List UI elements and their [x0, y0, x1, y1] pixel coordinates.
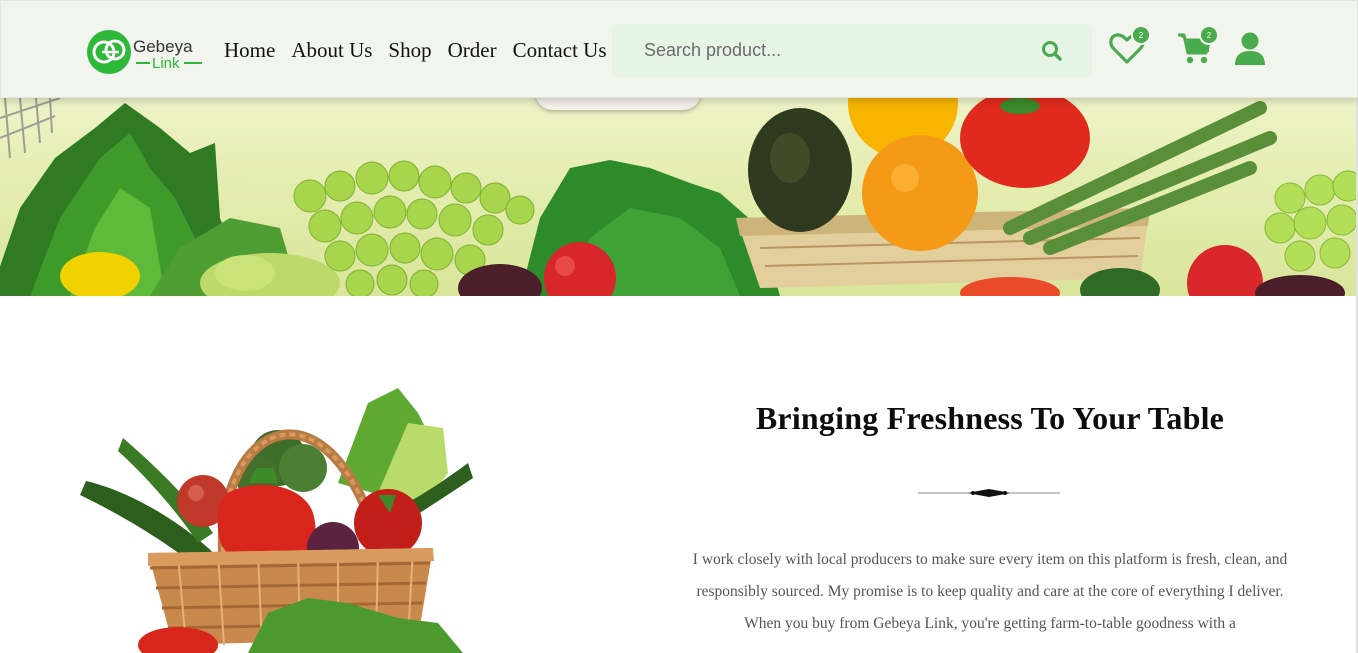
- about-title: Bringing Freshness To Your Table: [755, 400, 1225, 436]
- account-button[interactable]: [1233, 31, 1267, 67]
- hero-banner: [0, 98, 1358, 296]
- nav-shop[interactable]: Shop: [388, 37, 431, 63]
- nav-about-us[interactable]: About Us: [291, 37, 372, 63]
- ornamental-divider: [918, 486, 1060, 500]
- logo-name-bottom: Link: [152, 55, 180, 72]
- brand-logo[interactable]: Gebeya Link: [86, 29, 208, 75]
- search-input[interactable]: [612, 24, 1032, 77]
- nav-contact-us[interactable]: Contact Us: [513, 37, 607, 63]
- nav-order[interactable]: Order: [448, 37, 497, 63]
- cart-button[interactable]: 2: [1176, 25, 1222, 67]
- banner-tab: [535, 98, 701, 110]
- wishlist-count-badge: 2: [1131, 25, 1151, 45]
- search-bar: [612, 24, 1092, 77]
- cart-count-badge: 2: [1199, 25, 1219, 45]
- main-nav: Home About Us Shop Order Contact Us: [224, 37, 623, 63]
- vegetable-basket-image: [78, 383, 478, 653]
- user-icon: [1235, 32, 1265, 65]
- about-paragraph: I work closely with local producers to m…: [692, 551, 1288, 632]
- produce-banner-image: [0, 98, 1358, 296]
- search-icon[interactable]: [1041, 40, 1063, 62]
- logo-icon: Gebeya Link: [87, 30, 202, 74]
- site-header: Gebeya Link Home About Us Shop Order Con…: [0, 0, 1358, 98]
- wishlist-button[interactable]: 2: [1109, 25, 1155, 67]
- nav-home[interactable]: Home: [224, 37, 275, 63]
- logo-name-top: Gebeya: [133, 37, 193, 56]
